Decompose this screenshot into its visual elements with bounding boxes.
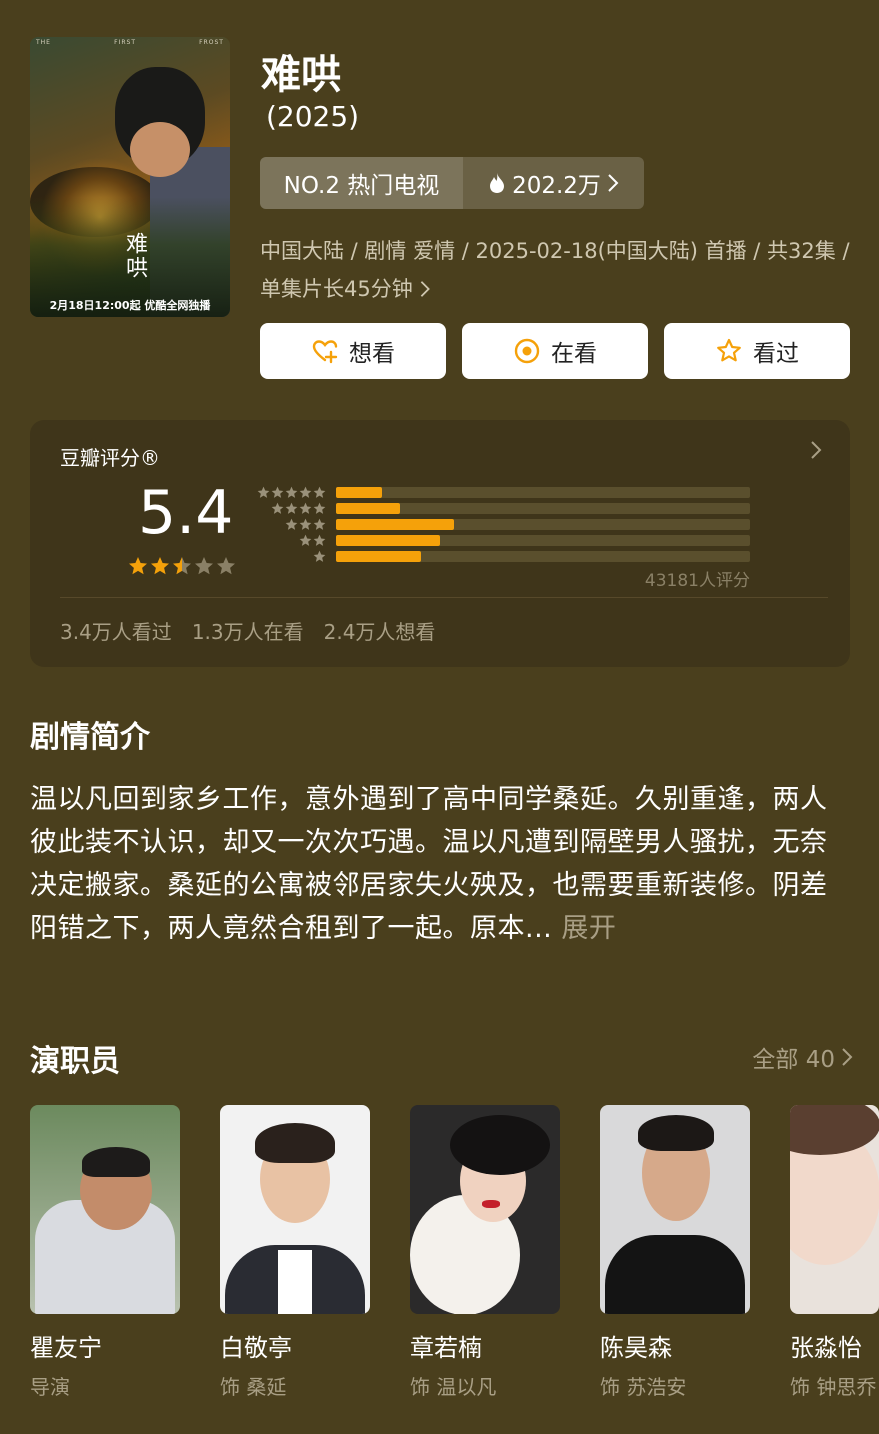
star-small-icon: [299, 502, 312, 514]
show-year: (2025): [266, 100, 360, 133]
synopsis-text[interactable]: 温以凡回到家乡工作，意外遇到了高中同学桑延。久别重逢，两人彼此装不认识，却又一次…: [30, 778, 845, 950]
cast-member[interactable]: 陈昊森 饰 苏浩安: [600, 1105, 750, 1400]
watching-button[interactable]: 在看: [462, 323, 648, 379]
distribution-bar: [336, 551, 421, 562]
cast-name: 瞿友宁: [30, 1334, 102, 1362]
distribution-stars: [256, 534, 326, 547]
cast-photo: [790, 1105, 879, 1314]
poster-title: 难哄: [122, 232, 147, 280]
distribution-row-2-star: [256, 532, 750, 548]
watched-button[interactable]: 看过: [664, 323, 850, 379]
cast-all-link[interactable]: 全部 40: [752, 1040, 853, 1074]
poster-image[interactable]: THE FIRST FROST 难哄 2月18日12:00起 优酷全网独播: [30, 37, 230, 317]
watch-stats: 3.4万人看过 1.3万人在看 2.4万人想看: [60, 616, 435, 645]
expand-link[interactable]: 展开: [561, 913, 616, 944]
rating-card[interactable]: 豆瓣评分® 5.4 43181人评分 3.4万人看过 1.3万人在看 2.4万人…: [30, 420, 850, 667]
star-small-icon: [313, 518, 326, 530]
cast-member[interactable]: 章若楠 饰 温以凡: [410, 1105, 560, 1400]
cast-title: 演职员: [30, 1044, 120, 1079]
score-stars: [128, 556, 236, 576]
cast-photo: [220, 1105, 370, 1314]
distribution-row-5-star: [256, 484, 750, 500]
distribution-row-1-star: [256, 548, 750, 564]
star-half-icon: [173, 557, 191, 575]
distribution-track: [336, 487, 750, 498]
watching-count: 1.3万人在看: [191, 620, 304, 644]
show-meta[interactable]: 中国大陆 / 剧情 爱情 / 2025-02-18(中国大陆) 首播 / 共32…: [260, 232, 850, 308]
distribution-row-3-star: [256, 516, 750, 532]
star-small-icon: [313, 486, 326, 498]
cast-member[interactable]: 瞿友宁 导演: [30, 1105, 180, 1400]
heart-plus-icon: [312, 340, 338, 364]
chevron-right-icon: [608, 174, 619, 192]
cast-name: 陈昊森: [600, 1334, 672, 1362]
distribution-bar: [336, 503, 401, 514]
action-buttons: 想看 在看 看过: [260, 323, 850, 379]
want-to-watch-button[interactable]: 想看: [260, 323, 446, 379]
rank-badge[interactable]: NO.2 热门电视 202.2万: [260, 157, 644, 209]
distribution-bar: [336, 519, 454, 530]
distribution-stars: [256, 486, 326, 499]
show-title: 难哄: [261, 52, 341, 98]
star-empty-icon: [195, 557, 213, 575]
cast-role: 导演: [30, 1375, 70, 1399]
distribution-bar: [336, 487, 382, 498]
heat-value: 202.2万: [512, 173, 601, 199]
star-small-icon: [313, 550, 326, 562]
star-outline-icon: [717, 338, 741, 362]
synopsis-title: 剧情简介: [30, 720, 150, 755]
star-small-icon: [285, 486, 298, 498]
flame-icon: [490, 173, 505, 193]
distribution-bar: [336, 535, 440, 546]
target-icon: [514, 338, 540, 364]
star-empty-icon: [217, 557, 235, 575]
star-small-icon: [299, 534, 312, 546]
heat-indicator: 202.2万: [463, 166, 644, 200]
star-small-icon: [285, 518, 298, 530]
divider: [60, 597, 828, 598]
cast-photo: [600, 1105, 750, 1314]
cast-role: 饰 温以凡: [410, 1375, 497, 1399]
cast-member[interactable]: 张淼怡 饰 钟思乔: [790, 1105, 879, 1400]
cast-list: 瞿友宁 导演 白敬亭 饰 桑延 章若楠 饰 温以凡 陈昊森 饰 苏浩安 张淼怡 …: [30, 1105, 879, 1400]
distribution-stars: [256, 502, 326, 515]
chevron-right-icon: [842, 1048, 853, 1066]
star-filled-icon: [151, 557, 169, 575]
cast-name: 张淼怡: [790, 1334, 862, 1362]
distribution-row-4-star: [256, 500, 750, 516]
douban-rating-label: 豆瓣评分®: [60, 446, 160, 470]
watched-count: 3.4万人看过: [60, 620, 172, 644]
chevron-right-icon[interactable]: [810, 440, 822, 466]
distribution-stars: [256, 518, 326, 531]
star-small-icon: [271, 486, 284, 498]
star-small-icon: [313, 534, 326, 546]
chevron-right-icon: [421, 281, 431, 297]
star-filled-icon: [129, 557, 147, 575]
cast-role: 饰 苏浩安: [600, 1375, 687, 1399]
star-small-icon: [299, 518, 312, 530]
star-small-icon: [285, 502, 298, 514]
poster-caption: 2月18日12:00起 优酷全网独播: [49, 299, 211, 312]
cast-role: 饰 桑延: [220, 1375, 287, 1399]
cast-name: 章若楠: [410, 1334, 482, 1362]
poster-top-text: THE FIRST FROST: [36, 39, 224, 46]
star-small-icon: [299, 486, 312, 498]
cast-photo: [410, 1105, 560, 1314]
cast-member[interactable]: 白敬亭 饰 桑延: [220, 1105, 370, 1400]
star-small-icon: [313, 502, 326, 514]
star-small-icon: [257, 486, 270, 498]
cast-name: 白敬亭: [220, 1334, 292, 1362]
cast-photo: [30, 1105, 180, 1314]
rating-score: 5.4: [138, 478, 234, 548]
distribution-stars: [256, 550, 326, 563]
rank-label: NO.2 热门电视: [260, 157, 463, 209]
star-small-icon: [271, 502, 284, 514]
cast-role: 饰 钟思乔: [790, 1375, 877, 1399]
want-count: 2.4万人想看: [323, 620, 436, 644]
vote-count: 43181人评分: [644, 571, 750, 591]
